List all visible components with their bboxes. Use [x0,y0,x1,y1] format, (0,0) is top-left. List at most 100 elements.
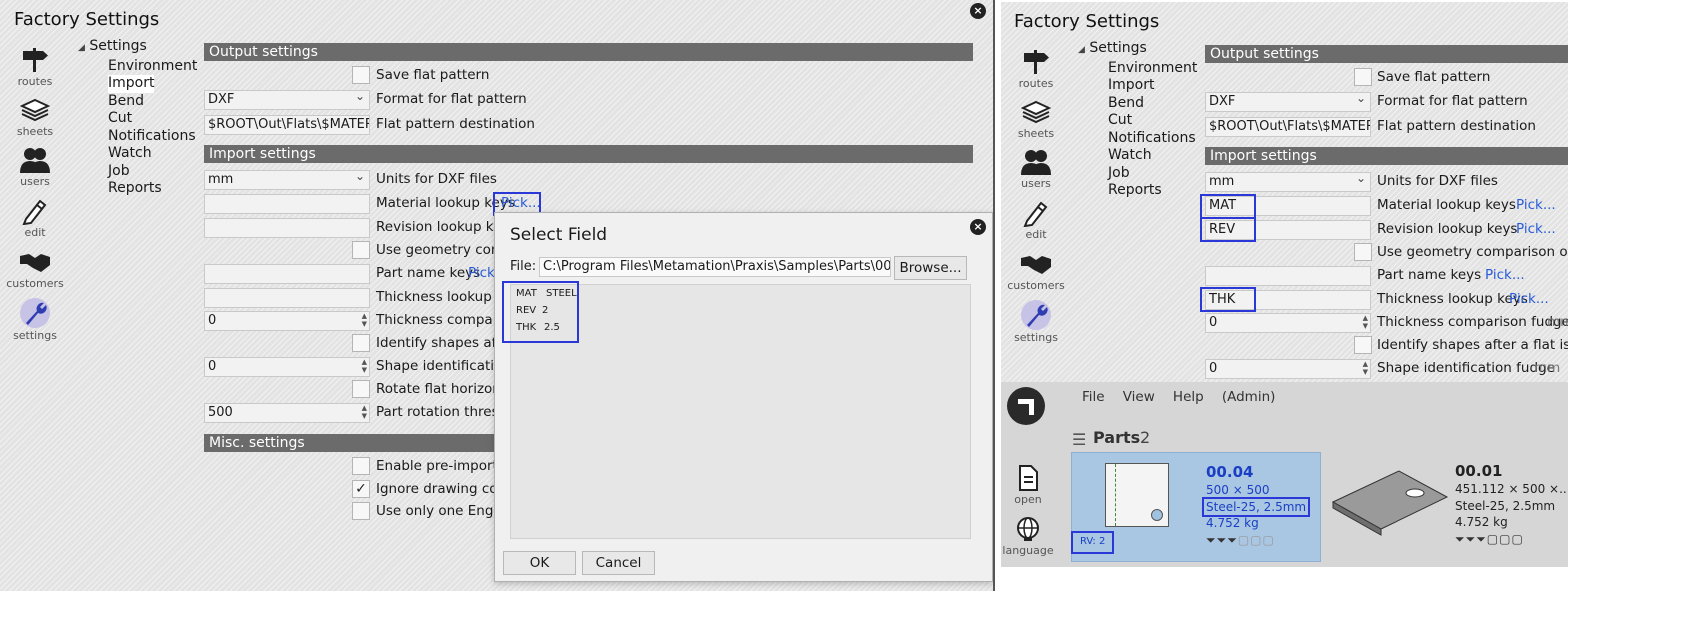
geometry-checkbox[interactable] [1354,243,1372,261]
nav-routes[interactable]: routes [1006,46,1066,90]
menu-file[interactable]: File [1082,389,1105,405]
thickness-fudge-input[interactable]: 0 ▲ ▼ [1205,313,1371,333]
close-icon[interactable]: × [970,3,986,19]
signpost-icon [23,48,48,72]
tree-item-import[interactable]: Import [108,75,155,93]
select-field-dialog: Select Field × File: C:\Program Files\Me… [494,212,993,582]
file-path-input[interactable]: C:\Program Files\Metamation\Praxis\Sampl… [539,257,891,277]
fields-list[interactable] [510,284,971,539]
revision-keys-input[interactable] [204,218,370,238]
units-dropdown[interactable]: mm [1205,172,1371,192]
identify-label: Identify shapes after a flat is impo [1377,337,1568,353]
shape-fudge-input[interactable]: 0 ▲ ▼ [204,357,370,377]
units-dropdown[interactable]: mm [204,170,370,190]
collapse-triangle-icon: ◢ [78,43,85,53]
geometry-checkbox[interactable] [352,241,370,259]
ignore-color-checkbox[interactable]: ✓ [352,480,370,498]
nav-edit[interactable]: edit [1006,199,1066,241]
rotation-threshold-input[interactable]: 500 ▲ ▼ [204,403,370,423]
nav-users[interactable]: users [5,146,65,188]
part-name-input[interactable] [1205,266,1371,286]
left-settings-window: Factory Settings × routes sheets users e… [0,0,993,591]
tree-item-cut[interactable]: Cut [1078,112,1197,130]
nav-language[interactable]: language [1001,515,1058,557]
thickness-pick-link[interactable]: Pick... [1509,291,1549,307]
tree-item-import[interactable]: Import [1078,77,1197,95]
part-card-0004[interactable]: 00.04 500 × 500 Steel-25, 2.5mm 4.752 kg… [1071,452,1321,562]
shape-fudge-unit: mm [1534,360,1561,376]
nav-customers[interactable]: customers [1006,250,1066,292]
shape-fudge-input[interactable]: 0 ▲ ▼ [1205,359,1371,379]
tree-item-job[interactable]: Job [78,163,197,181]
pencil-icon [22,199,47,225]
spinner-arrows-icon[interactable]: ▲ ▼ [1363,360,1368,376]
destination-input[interactable]: $ROOT\Out\Flats\$MATERIA [204,115,370,135]
material-keys-input[interactable] [204,194,370,214]
nav-sheets[interactable]: sheets [1006,98,1066,140]
part-card-0001[interactable]: 00.01 451.112 × 500 ×... Steel-25, 2.5mm… [1326,452,1568,562]
material-pick-link[interactable]: Pick... [1516,197,1556,213]
thickness-keys-label: Thickness lookup keys [1377,291,1528,307]
output-settings-header: Output settings [1205,45,1568,63]
hamburger-icon[interactable]: ☰ [1072,430,1086,449]
tree-root-settings[interactable]: ◢ Settings [1078,40,1197,60]
one-engine-checkbox[interactable] [352,502,370,520]
menu-help[interactable]: Help [1173,389,1204,405]
tree-item-environment[interactable]: Environment [78,58,197,76]
tree-item-watch[interactable]: Watch [78,145,197,163]
cancel-button[interactable]: Cancel [582,551,655,575]
tree-item-cut[interactable]: Cut [78,110,197,128]
spinner-arrows-icon[interactable]: ▲ ▼ [362,312,367,328]
nav-settings[interactable]: settings [1006,298,1066,344]
handshake-icon [20,254,50,272]
spinner-arrows-icon[interactable]: ▲ ▼ [362,404,367,420]
handshake-icon [1021,256,1051,274]
part-name-input[interactable] [204,264,370,284]
tree-item-notifications[interactable]: Notifications [1078,130,1197,148]
identify-checkbox[interactable] [352,334,370,352]
save-flat-label: Save flat pattern [1377,69,1491,85]
part-name-pick-link[interactable]: Pick... [1485,267,1525,283]
tree-item-notifications[interactable]: Notifications [78,128,197,146]
nav-settings[interactable]: settings [5,296,65,342]
tree-item-environment[interactable]: Environment [1078,60,1197,78]
tree-root-settings[interactable]: ◢ Settings [78,38,197,58]
revision-keys-label: Revision lookup keys [1377,221,1518,237]
pre-import-checkbox[interactable] [352,457,370,475]
identify-checkbox[interactable] [1354,336,1372,354]
tree-item-reports[interactable]: Reports [1078,182,1197,200]
nav-open[interactable]: open [1001,464,1058,506]
units-label: Units for DXF files [1377,173,1498,189]
sheets-icon [1021,100,1051,124]
browse-button[interactable]: Browse... [894,256,967,280]
spinner-arrows-icon[interactable]: ▲ ▼ [362,358,367,374]
menu-view[interactable]: View [1123,389,1155,405]
format-dropdown[interactable]: DXF [204,90,370,110]
tree-item-reports[interactable]: Reports [78,180,197,198]
destination-input[interactable]: $ROOT\Out\Flats\$MATERIA [1205,117,1371,137]
format-dropdown[interactable]: DXF [1205,92,1371,112]
rotate-checkbox[interactable] [352,380,370,398]
nav-customers[interactable]: customers [5,248,65,290]
nav-sheets[interactable]: sheets [5,96,65,138]
ok-button[interactable]: OK [503,551,576,575]
tree-item-bend[interactable]: Bend [1078,95,1197,113]
tree-item-bend[interactable]: Bend [78,93,197,111]
thickness-fudge-input[interactable]: 0 ▲ ▼ [204,311,370,331]
nav-edit[interactable]: edit [5,197,65,239]
save-flat-checkbox[interactable] [352,66,370,84]
settings-tree-right: ◢ Settings Environment Import Bend Cut N… [1078,40,1197,200]
tree-item-job[interactable]: Job [1078,165,1197,183]
nav-routes[interactable]: routes [5,44,65,88]
tree-item-watch[interactable]: Watch [1078,147,1197,165]
thickness-keys-input[interactable] [204,288,370,308]
revision-pick-link[interactable]: Pick... [1516,221,1556,237]
app-logo[interactable] [1007,387,1045,425]
nav-users[interactable]: users [1006,148,1066,190]
operation-icons: ⏷⏷⏷▢▢▢ [1455,532,1524,546]
dialog-close-icon[interactable]: × [970,219,986,235]
menu-admin[interactable]: (Admin) [1222,389,1276,405]
spinner-arrows-icon[interactable]: ▲ ▼ [1363,314,1368,330]
save-flat-checkbox[interactable] [1354,68,1372,86]
panel-divider [993,0,995,591]
